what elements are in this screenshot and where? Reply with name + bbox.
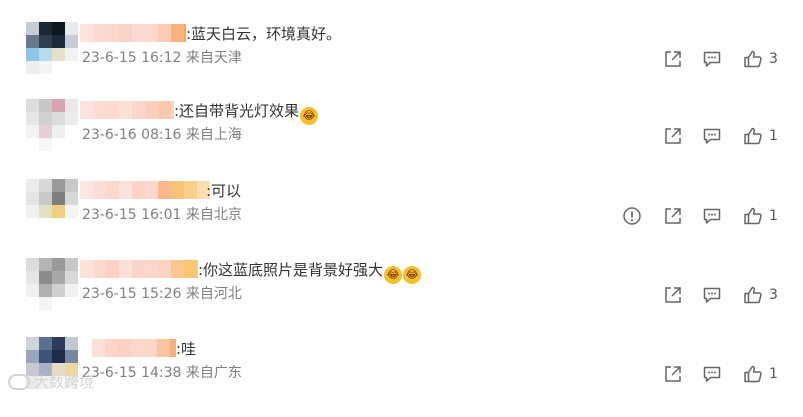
comment-date: 23-6-15 16:12	[82, 50, 182, 66]
comment-item: :还自带背光灯效果 😂 23-6-16 08:16 来自上海 1	[0, 99, 803, 179]
comment-icon[interactable]	[702, 49, 722, 69]
comment-date: 23-6-15 14:38	[82, 365, 182, 381]
thumbs-up-icon[interactable]	[743, 206, 763, 226]
comment-text-content: :蓝天白云，环境真好。	[186, 25, 342, 43]
avatar[interactable]	[26, 179, 78, 231]
comment-text: :还自带背光灯效果 😂	[174, 101, 319, 125]
comment-meta: 23-6-15 14:38 来自广东	[82, 364, 242, 382]
comment-location: 来自上海	[185, 127, 242, 143]
username-link[interactable]	[80, 24, 186, 44]
comment-location: 来自天津	[185, 50, 242, 66]
username-link[interactable]	[80, 260, 198, 280]
thumbs-up-icon[interactable]	[743, 49, 763, 69]
comment-date: 23-6-16 08:16	[82, 127, 182, 143]
comment-location: 来自广东	[185, 365, 242, 381]
thumbs-up-icon[interactable]	[743, 285, 763, 305]
comment-text-content: :还自带背光灯效果	[174, 102, 300, 120]
avatar[interactable]	[26, 99, 78, 151]
comment-text: :你这蓝底照片是背景好强大 😂 😂	[198, 260, 422, 284]
thumbs-up-icon[interactable]	[743, 364, 763, 384]
laughing-emoji-icon: 😂	[300, 107, 319, 125]
username-link[interactable]	[80, 181, 210, 201]
laughing-emoji-icon: 😂	[403, 266, 422, 284]
like-count: 3	[769, 51, 778, 67]
like-count: 1	[769, 208, 778, 224]
comment-text: :哇	[176, 339, 196, 359]
comment-meta: 23-6-16 08:16 来自上海	[82, 126, 242, 144]
comment-text: :可以	[206, 181, 241, 201]
watermark-text: 大数跨境	[34, 373, 95, 391]
comment-meta: 23-6-15 16:12 来自天津	[82, 49, 242, 67]
share-icon[interactable]	[663, 206, 683, 226]
comment-date: 23-6-15 16:01	[82, 207, 182, 223]
share-icon[interactable]	[663, 49, 683, 69]
comment-item: :蓝天白云，环境真好。 23-6-15 16:12 来自天津 3	[0, 22, 803, 102]
username-link[interactable]	[92, 339, 176, 359]
like-count: 1	[769, 366, 778, 382]
report-icon[interactable]	[622, 206, 642, 226]
share-icon[interactable]	[663, 126, 683, 146]
comment-text-content: :你这蓝底照片是背景好强大	[198, 261, 384, 279]
comment-text-content: :可以	[206, 182, 242, 200]
comment-meta: 23-6-15 15:26 来自河北	[82, 285, 242, 303]
comment-text-content: :哇	[176, 340, 197, 358]
comment-item: :哇 23-6-15 14:38 来自广东 1	[0, 337, 803, 417]
comment-meta: 23-6-15 16:01 来自北京	[82, 206, 242, 224]
share-icon[interactable]	[663, 364, 683, 384]
comment-icon[interactable]	[702, 126, 722, 146]
comment-text: :蓝天白云，环境真好。	[186, 24, 341, 44]
watermark: 大数跨境	[8, 372, 94, 392]
laughing-emoji-icon: 😂	[384, 266, 403, 284]
comment-item: :你这蓝底照片是背景好强大 😂 😂 23-6-15 15:26 来自河北 3	[0, 258, 803, 338]
comment-icon[interactable]	[702, 206, 722, 226]
comment-icon[interactable]	[702, 364, 722, 384]
like-count: 1	[769, 128, 778, 144]
comment-icon[interactable]	[702, 285, 722, 305]
username-link[interactable]	[80, 101, 174, 121]
watermark-logo-icon	[8, 374, 30, 390]
avatar[interactable]	[26, 22, 78, 74]
avatar[interactable]	[26, 258, 78, 310]
thumbs-up-icon[interactable]	[743, 126, 763, 146]
like-count: 3	[769, 287, 778, 303]
comment-location: 来自北京	[185, 207, 242, 223]
share-icon[interactable]	[663, 285, 683, 305]
comment-date: 23-6-15 15:26	[82, 286, 182, 302]
comment-location: 来自河北	[185, 286, 242, 302]
comment-item: :可以 23-6-15 16:01 来自北京 1	[0, 179, 803, 259]
